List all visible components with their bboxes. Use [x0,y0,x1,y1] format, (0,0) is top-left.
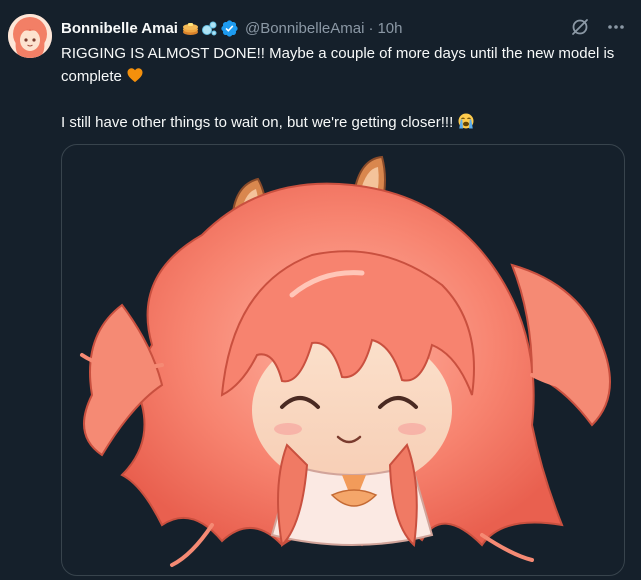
verified-badge-icon[interactable] [220,19,239,38]
grok-icon[interactable] [569,16,591,38]
tweet: Bonnibelle Amai @BonnibelleAmai · 10h RI… [0,0,641,580]
chibi-artwork-image [80,155,611,567]
user-handle[interactable]: @BonnibelleAmai [245,20,364,37]
tweet-header: Bonnibelle Amai @BonnibelleAmai · 10h [61,17,561,39]
tweet-line-1: RIGGING IS ALMOST DONE!! Maybe a couple … [61,42,621,88]
more-icon[interactable] [605,16,627,38]
display-name[interactable]: Bonnibelle Amai [61,20,178,37]
tweet-line-2-text: I still have other things to wait on, bu… [61,114,454,131]
tweet-text: RIGGING IS ALMOST DONE!! Maybe a couple … [61,42,621,134]
loudly-crying-emoji [457,112,475,130]
tweet-line-1-text: RIGGING IS ALMOST DONE!! Maybe a couple … [61,45,615,85]
pancake-emoji [182,20,199,37]
bubbles-emoji [201,20,218,37]
avatar[interactable] [8,14,52,58]
orange-heart-emoji [126,66,144,84]
tweet-line-2: I still have other things to wait on, bu… [61,111,621,134]
tweet-actions [569,16,627,38]
avatar-image [8,14,52,58]
separator-dot: · [368,19,374,37]
timestamp[interactable]: 10h [377,20,402,37]
tweet-media[interactable] [61,144,625,576]
